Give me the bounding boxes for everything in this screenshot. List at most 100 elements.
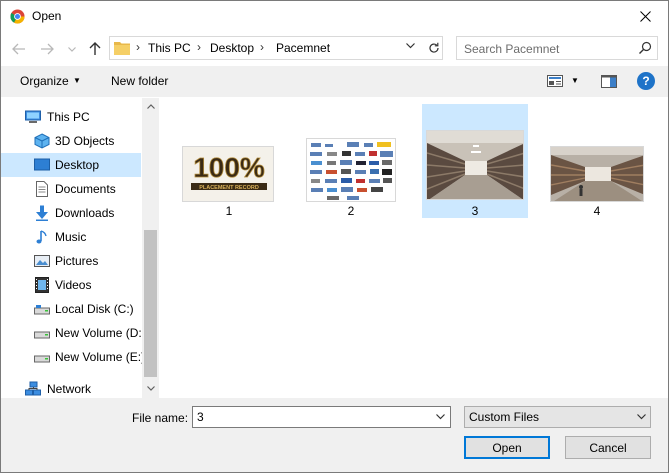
breadcrumb-separator: › xyxy=(136,40,140,54)
new-folder-button[interactable]: New folder xyxy=(111,74,168,88)
chevron-down-icon xyxy=(436,414,445,420)
sidebar-item-pictures[interactable]: Pictures xyxy=(1,249,141,273)
disk-icon xyxy=(34,331,50,339)
file-item-4[interactable]: 4 xyxy=(544,104,650,218)
sidebar-item-new-volume-d[interactable]: New Volume (D: xyxy=(1,321,142,345)
sidebar-item-documents[interactable]: Documents xyxy=(1,177,141,201)
view-options-icon[interactable] xyxy=(547,75,563,87)
sidebar-item-label: Downloads xyxy=(55,206,115,220)
search-box[interactable]: Search Pacemnet xyxy=(456,36,658,60)
forward-button[interactable] xyxy=(38,40,56,58)
library-aisle-image xyxy=(427,131,523,199)
sidebar-item-music[interactable]: Music xyxy=(1,225,141,249)
chevron-up-icon xyxy=(146,104,155,109)
disk-icon xyxy=(34,305,50,315)
sidebar-item-downloads[interactable]: Downloads xyxy=(1,201,141,225)
videos-icon xyxy=(35,277,49,293)
sidebar-item-local-disk-c[interactable]: Local Disk (C:) xyxy=(1,297,141,321)
file-name-label: File name: xyxy=(132,411,189,425)
breadcrumb-separator: › xyxy=(197,40,201,54)
scrollbar-thumb[interactable] xyxy=(144,230,157,377)
sidebar-item-label: Music xyxy=(55,230,87,244)
file-name-input[interactable]: 3 xyxy=(192,406,451,428)
arrow-left-icon xyxy=(12,43,25,55)
file-type-select[interactable]: Custom Files xyxy=(464,406,651,428)
command-bar: Organize ▼ New folder ▼ ? xyxy=(1,66,668,97)
preview-pane-icon[interactable] xyxy=(601,75,617,88)
file-name: 1 xyxy=(225,204,233,218)
breadcrumb-separator: › xyxy=(260,40,264,54)
search-placeholder: Search Pacemnet xyxy=(464,42,560,56)
refresh-button[interactable] xyxy=(423,37,443,59)
navigation-pane: This PC 3D Objects Desktop Documents Dow… xyxy=(1,98,159,398)
sidebar-item-desktop[interactable]: Desktop xyxy=(1,153,141,177)
file-thumbnail xyxy=(426,130,524,200)
title-bar: Open xyxy=(1,1,668,32)
file-name-dropdown-button[interactable] xyxy=(436,412,445,422)
desktop-icon xyxy=(34,158,50,171)
music-icon xyxy=(36,230,47,244)
arrow-up-icon xyxy=(89,42,101,55)
sidebar-item-new-volume-e[interactable]: New Volume (E:) xyxy=(1,345,145,369)
open-button[interactable]: Open xyxy=(464,436,550,459)
sidebar-item-label: Network xyxy=(47,382,92,396)
svg-text:100%: 100% xyxy=(193,152,265,183)
search-icon xyxy=(639,41,652,54)
file-thumbnail: 100% PLACEMENT RECORD xyxy=(182,146,274,202)
scroll-down-button[interactable] xyxy=(142,380,159,397)
organize-button[interactable]: Organize xyxy=(20,74,69,88)
window-title: Open xyxy=(32,9,62,23)
breadcrumb-this-pc[interactable]: This PC xyxy=(148,41,191,55)
pc-icon xyxy=(25,110,41,123)
pictures-icon xyxy=(34,255,50,267)
up-button[interactable] xyxy=(86,40,104,58)
sidebar-item-this-pc[interactable]: This PC xyxy=(1,105,141,129)
sidebar-item-label: 3D Objects xyxy=(55,134,115,148)
recent-locations-button[interactable] xyxy=(63,40,81,58)
placement-record-image: 100% PLACEMENT RECORD xyxy=(183,147,273,201)
chrome-icon xyxy=(10,9,25,24)
sidebar-item-label: Local Disk (C:) xyxy=(55,302,134,316)
help-icon[interactable]: ? xyxy=(637,72,655,90)
company-logos-image xyxy=(307,139,395,201)
breadcrumb-desktop[interactable]: Desktop xyxy=(210,41,254,55)
sidebar-scrollbar[interactable] xyxy=(142,98,159,398)
navigation-bar: › This PC › Desktop › Pacemnet Search Pa… xyxy=(1,33,668,65)
sidebar-item-videos[interactable]: Videos xyxy=(1,273,141,297)
file-list: 100% PLACEMENT RECORD 1 2 3 4 xyxy=(160,98,668,398)
bottom-panel: File name: 3 Custom Files Open Cancel xyxy=(1,398,668,472)
file-name: 3 xyxy=(471,204,479,218)
file-thumbnail xyxy=(306,138,396,202)
organize-caret-icon: ▼ xyxy=(73,76,81,85)
open-dialog: Open › This PC › Desktop › Pacemnet Sear… xyxy=(0,0,669,473)
address-dropdown-button[interactable] xyxy=(406,40,415,52)
network-icon xyxy=(25,381,41,396)
scroll-up-button[interactable] xyxy=(142,98,159,115)
back-button[interactable] xyxy=(10,40,28,58)
sidebar-item-3d-objects[interactable]: 3D Objects xyxy=(1,129,141,153)
sidebar-item-label: New Volume (E:) xyxy=(55,350,146,364)
folder-icon xyxy=(114,42,130,55)
3d-objects-icon xyxy=(34,133,50,149)
file-item-2[interactable]: 2 xyxy=(298,104,404,218)
chevron-down-icon xyxy=(68,46,76,52)
file-item-3[interactable]: 3 xyxy=(422,104,528,218)
close-button[interactable] xyxy=(622,1,668,32)
chevron-down-icon xyxy=(146,386,155,391)
disk-icon xyxy=(34,355,50,363)
file-name: 4 xyxy=(593,204,601,218)
file-name-value: 3 xyxy=(197,410,204,424)
cancel-button[interactable]: Cancel xyxy=(565,436,651,459)
file-type-dropdown-icon xyxy=(637,412,646,422)
arrow-right-icon xyxy=(41,43,54,55)
address-bar[interactable]: › This PC › Desktop › Pacemnet xyxy=(109,36,443,60)
library-shelves-image xyxy=(551,147,643,201)
sidebar-item-label: Documents xyxy=(55,182,116,196)
sidebar-item-label: Desktop xyxy=(55,158,100,172)
breadcrumb-pacemnet[interactable]: Pacemnet xyxy=(276,41,330,55)
file-item-1[interactable]: 100% PLACEMENT RECORD 1 xyxy=(176,104,282,218)
sidebar-item-label: Pictures xyxy=(55,254,99,268)
sidebar-item-label: This PC xyxy=(47,110,90,124)
downloads-icon xyxy=(36,205,48,221)
view-caret-icon[interactable]: ▼ xyxy=(571,76,579,85)
